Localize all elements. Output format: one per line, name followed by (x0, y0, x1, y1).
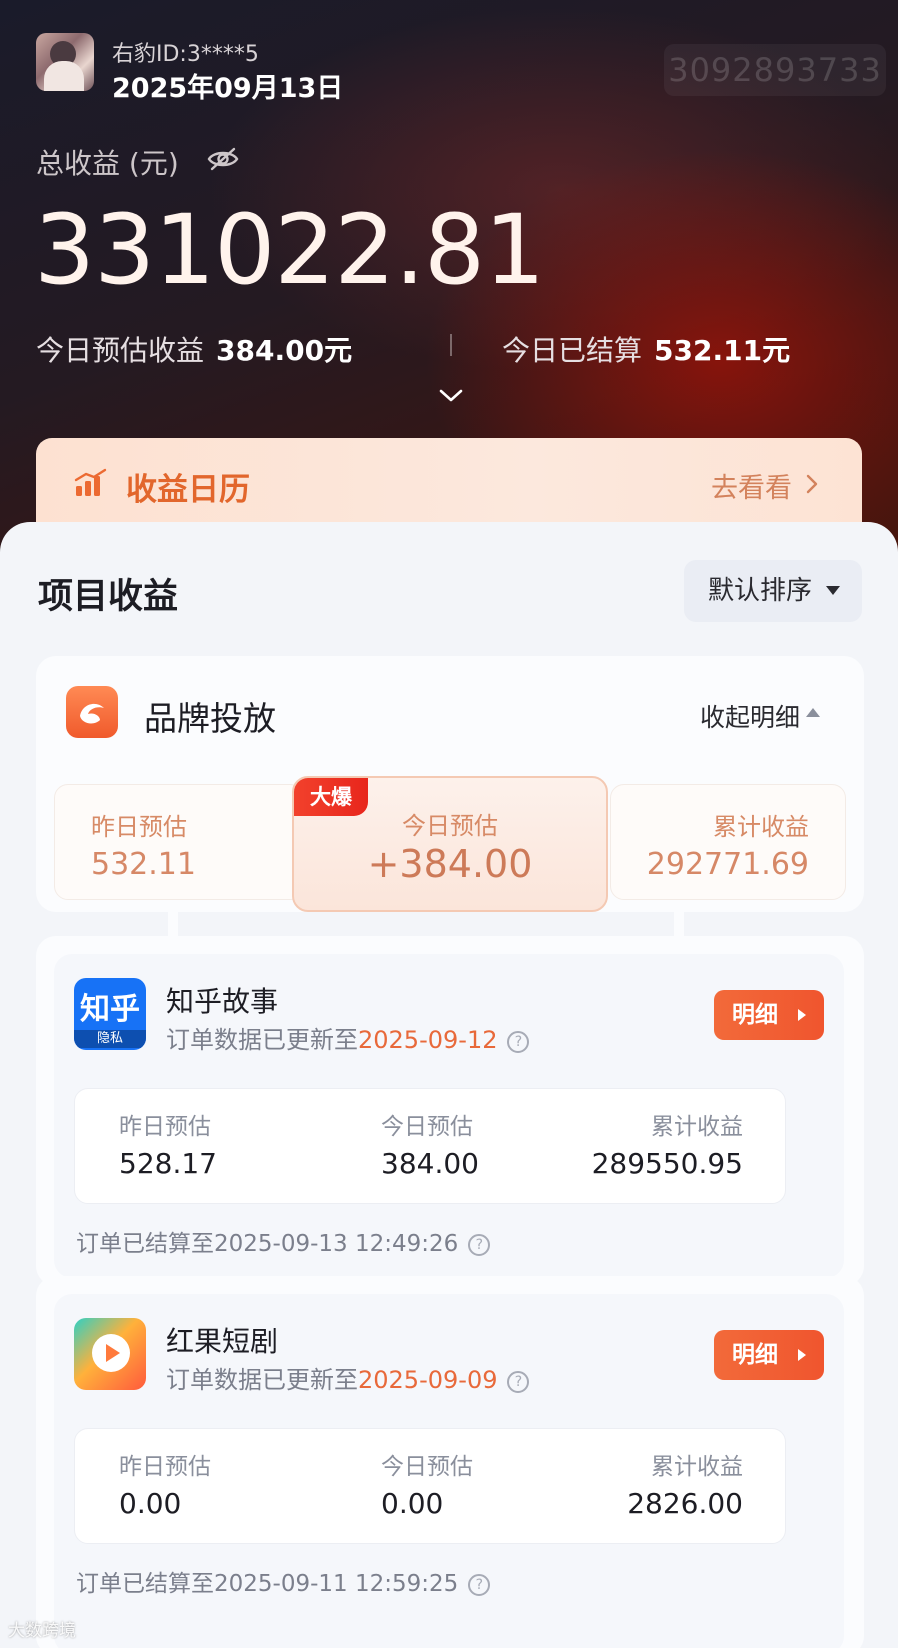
stat-yesterday: 昨日预估 0.00 (119, 1447, 211, 1520)
detail-button[interactable]: 明细 (714, 990, 824, 1040)
stat-total-value: 2826.00 (627, 1487, 743, 1520)
question-circle-icon[interactable]: ? (468, 1574, 491, 1596)
play-triangle-icon (798, 1349, 806, 1361)
sort-label: 默认排序 (708, 576, 813, 606)
today-estimate: 今日预估收益 384.00元 (36, 329, 352, 369)
avatar[interactable] (36, 33, 94, 91)
faded-number: 3092893733 (664, 44, 886, 96)
calendar-title: 收益日历 (126, 472, 250, 508)
detail-label: 明细 (732, 1002, 778, 1028)
settled-label: 订单已结算至2025-09-13 12:49:26 (76, 1231, 459, 1257)
watermark: 大数跨境 (8, 1621, 76, 1641)
stat-total: 累计收益 289550.95 (592, 1107, 743, 1180)
brand-yesterday-label: 昨日预估 (91, 813, 187, 841)
project-inner-card: 知乎 隐私 知乎故事 订单数据已更新至2025-09-12? 明细 昨日预估 5… (54, 954, 844, 1278)
caret-down-icon (826, 586, 840, 595)
user-id: 右豹ID:3****5 (112, 42, 259, 67)
brand-name: 品牌投放 (144, 699, 276, 738)
brand-placement-card: 品牌投放 收起明细 昨日预估 532.11 累计收益 292771.69 大爆 … (36, 656, 864, 912)
updated-prefix: 订单数据已更新至 (166, 1026, 358, 1054)
brand-yesterday-value: 532.11 (91, 847, 196, 882)
stat-today-label: 今日预估 (381, 1114, 473, 1140)
project-earnings-panel: 项目收益 默认排序 品牌投放 收起明细 昨日预估 532.11 累计收益 292… (0, 522, 898, 1648)
avatar-figure-body (44, 61, 84, 91)
updated-prefix: 订单数据已更新至 (166, 1366, 358, 1394)
total-earnings-label: 总收益 (元) (36, 147, 179, 180)
settled-label: 订单已结算至2025-09-11 12:59:25 (76, 1571, 459, 1597)
stat-total: 累计收益 2826.00 (627, 1447, 743, 1520)
stat-yesterday-value: 528.17 (119, 1147, 217, 1180)
brand-today-box: 大爆 今日预估 +384.00 (292, 776, 608, 912)
today-estimate-label: 今日预估收益 (36, 334, 205, 367)
stat-total-value: 289550.95 (591, 1147, 743, 1180)
total-earnings-value: 331022.81 (34, 194, 545, 306)
project-card-hongguo: 红果短剧 订单数据已更新至2025-09-09? 明细 昨日预估 0.00 今日… (36, 1276, 864, 1648)
chevron-right-icon[interactable] (806, 474, 818, 494)
project-stats: 昨日预估 528.17 今日预估 384.00 累计收益 289550.95 (74, 1088, 786, 1204)
brand-total-value: 292771.69 (646, 847, 809, 882)
stat-total-label: 累计收益 (651, 1114, 743, 1140)
bar-chart-icon (74, 468, 107, 496)
stat-yesterday-value: 0.00 (119, 1487, 182, 1520)
today-estimate-value: 384.00元 (216, 334, 353, 367)
header-divider (450, 334, 452, 356)
question-circle-icon[interactable]: ? (468, 1234, 491, 1256)
brand-total-box: 累计收益 292771.69 (610, 784, 846, 900)
collapse-details-button[interactable]: 收起明细 (700, 698, 800, 734)
data-updated-text: 订单数据已更新至2025-09-09? (166, 1360, 530, 1395)
sort-dropdown[interactable]: 默认排序 (684, 560, 862, 622)
detail-button[interactable]: 明细 (714, 1330, 824, 1380)
project-name: 知乎故事 (166, 985, 279, 1018)
project-stats: 昨日预估 0.00 今日预估 0.00 累计收益 2826.00 (74, 1428, 786, 1544)
brand-total-label: 累计收益 (713, 813, 809, 841)
stat-yesterday: 昨日预估 528.17 (119, 1107, 217, 1180)
brand-today-value: +384.00 (367, 842, 533, 886)
eye-off-icon[interactable] (206, 146, 240, 172)
updated-date: 2025-09-12 (358, 1026, 498, 1054)
brand-yesterday-box: 昨日预估 532.11 (54, 784, 304, 900)
settled-text: 订单已结算至2025-09-13 12:49:26? (76, 1224, 491, 1258)
play-triangle-icon (106, 1344, 120, 1362)
question-circle-icon[interactable]: ? (507, 1371, 530, 1393)
earnings-header: 右豹ID:3****5 2025年09月13日 3092893733 总收益 (… (0, 0, 898, 560)
stat-total-label: 累计收益 (651, 1454, 743, 1480)
question-circle-icon[interactable]: ? (507, 1031, 530, 1053)
brand-swirl-icon (80, 703, 104, 724)
caret-up-icon[interactable] (806, 708, 820, 717)
calendar-go-link[interactable]: 去看看 (711, 466, 792, 505)
hongguo-app-icon (74, 1318, 146, 1390)
chevron-down-icon[interactable] (438, 388, 464, 404)
play-circle-icon (92, 1334, 130, 1372)
zhihu-app-icon: 知乎 隐私 (74, 978, 146, 1050)
section-title: 项目收益 (38, 577, 179, 617)
project-card-zhihu: 知乎 隐私 知乎故事 订单数据已更新至2025-09-12? 明细 昨日预估 5… (36, 936, 864, 1286)
stat-today: 今日预估 0.00 (381, 1447, 473, 1520)
stat-today-value: 0.00 (381, 1487, 444, 1520)
brand-logo-icon (66, 686, 118, 738)
data-updated-text: 订单数据已更新至2025-09-12? (166, 1020, 530, 1055)
brand-today-label: 今日预估 (402, 812, 498, 840)
stat-yesterday-label: 昨日预估 (119, 1114, 211, 1140)
today-settled-label: 今日已结算 (502, 334, 643, 367)
stat-today: 今日预估 384.00 (381, 1107, 479, 1180)
project-name: 红果短剧 (166, 1325, 279, 1358)
today-settled: 今日已结算 532.11元 (502, 329, 790, 369)
stat-today-value: 384.00 (381, 1147, 479, 1180)
current-date: 2025年09月13日 (112, 73, 344, 104)
updated-date: 2025-09-09 (358, 1366, 498, 1394)
today-settled-value: 532.11元 (654, 334, 791, 367)
settled-text: 订单已结算至2025-09-11 12:59:25? (76, 1564, 491, 1598)
play-triangle-icon (798, 1009, 806, 1021)
stat-yesterday-label: 昨日预估 (119, 1454, 211, 1480)
zhihu-icon-text: 知乎 (80, 992, 140, 1027)
project-inner-card: 红果短剧 订单数据已更新至2025-09-09? 明细 昨日预估 0.00 今日… (54, 1294, 844, 1648)
zhihu-icon-subtext: 隐私 (74, 1030, 146, 1048)
stat-today-label: 今日预估 (381, 1454, 473, 1480)
detail-label: 明细 (732, 1342, 778, 1368)
